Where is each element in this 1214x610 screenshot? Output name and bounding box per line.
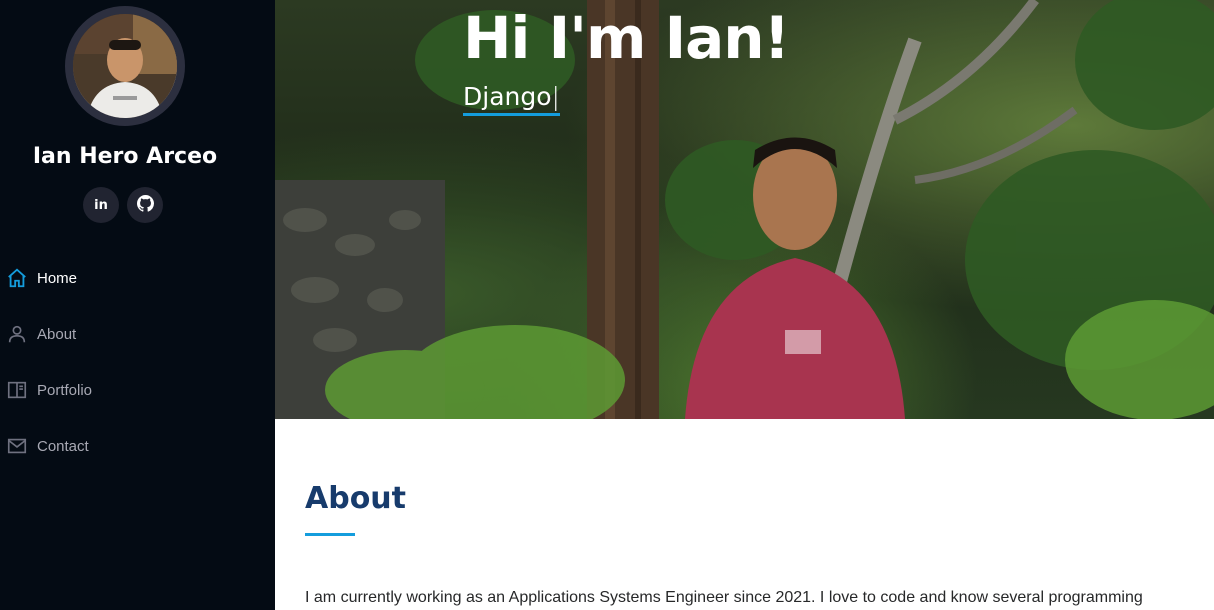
github-link[interactable] <box>127 187 163 223</box>
hero-section: Hi I'm Ian! Django| <box>275 0 1214 419</box>
hero-title: Hi I'm Ian! <box>463 4 790 72</box>
nav-item-portfolio[interactable]: Portfolio <box>0 368 275 412</box>
heading-underline <box>305 533 355 536</box>
linkedin-icon: in <box>94 197 108 213</box>
nav-label-about: About <box>37 325 77 343</box>
social-links: in <box>83 187 163 223</box>
github-icon <box>136 194 154 216</box>
about-paragraph: I am currently working as an Application… <box>305 589 1143 606</box>
envelope-icon <box>6 435 28 457</box>
profile-avatar <box>65 6 185 126</box>
nav-label-contact: Contact <box>37 437 89 455</box>
home-icon <box>6 267 28 289</box>
nav-item-home[interactable]: Home <box>0 256 275 300</box>
nav-label-portfolio: Portfolio <box>37 381 93 399</box>
about-section: About I am currently working as an Appli… <box>275 419 1214 610</box>
book-icon <box>6 379 28 401</box>
typed-cursor: | <box>551 82 560 111</box>
profile-name: Ian Hero Arceo <box>32 144 218 169</box>
side-nav: Home About Portfolio Contact <box>0 256 275 480</box>
about-heading: About <box>305 481 407 516</box>
nav-item-about[interactable]: About <box>0 312 275 356</box>
linkedin-link[interactable]: in <box>83 187 119 223</box>
sidebar: Ian Hero Arceo in Home About Portfolio C… <box>0 0 275 610</box>
nav-item-contact[interactable]: Contact <box>0 424 275 468</box>
person-icon <box>6 323 28 345</box>
nav-label-home: Home <box>37 269 78 287</box>
typed-word: Django <box>463 82 552 111</box>
hero-typed-text: Django| <box>463 82 560 116</box>
